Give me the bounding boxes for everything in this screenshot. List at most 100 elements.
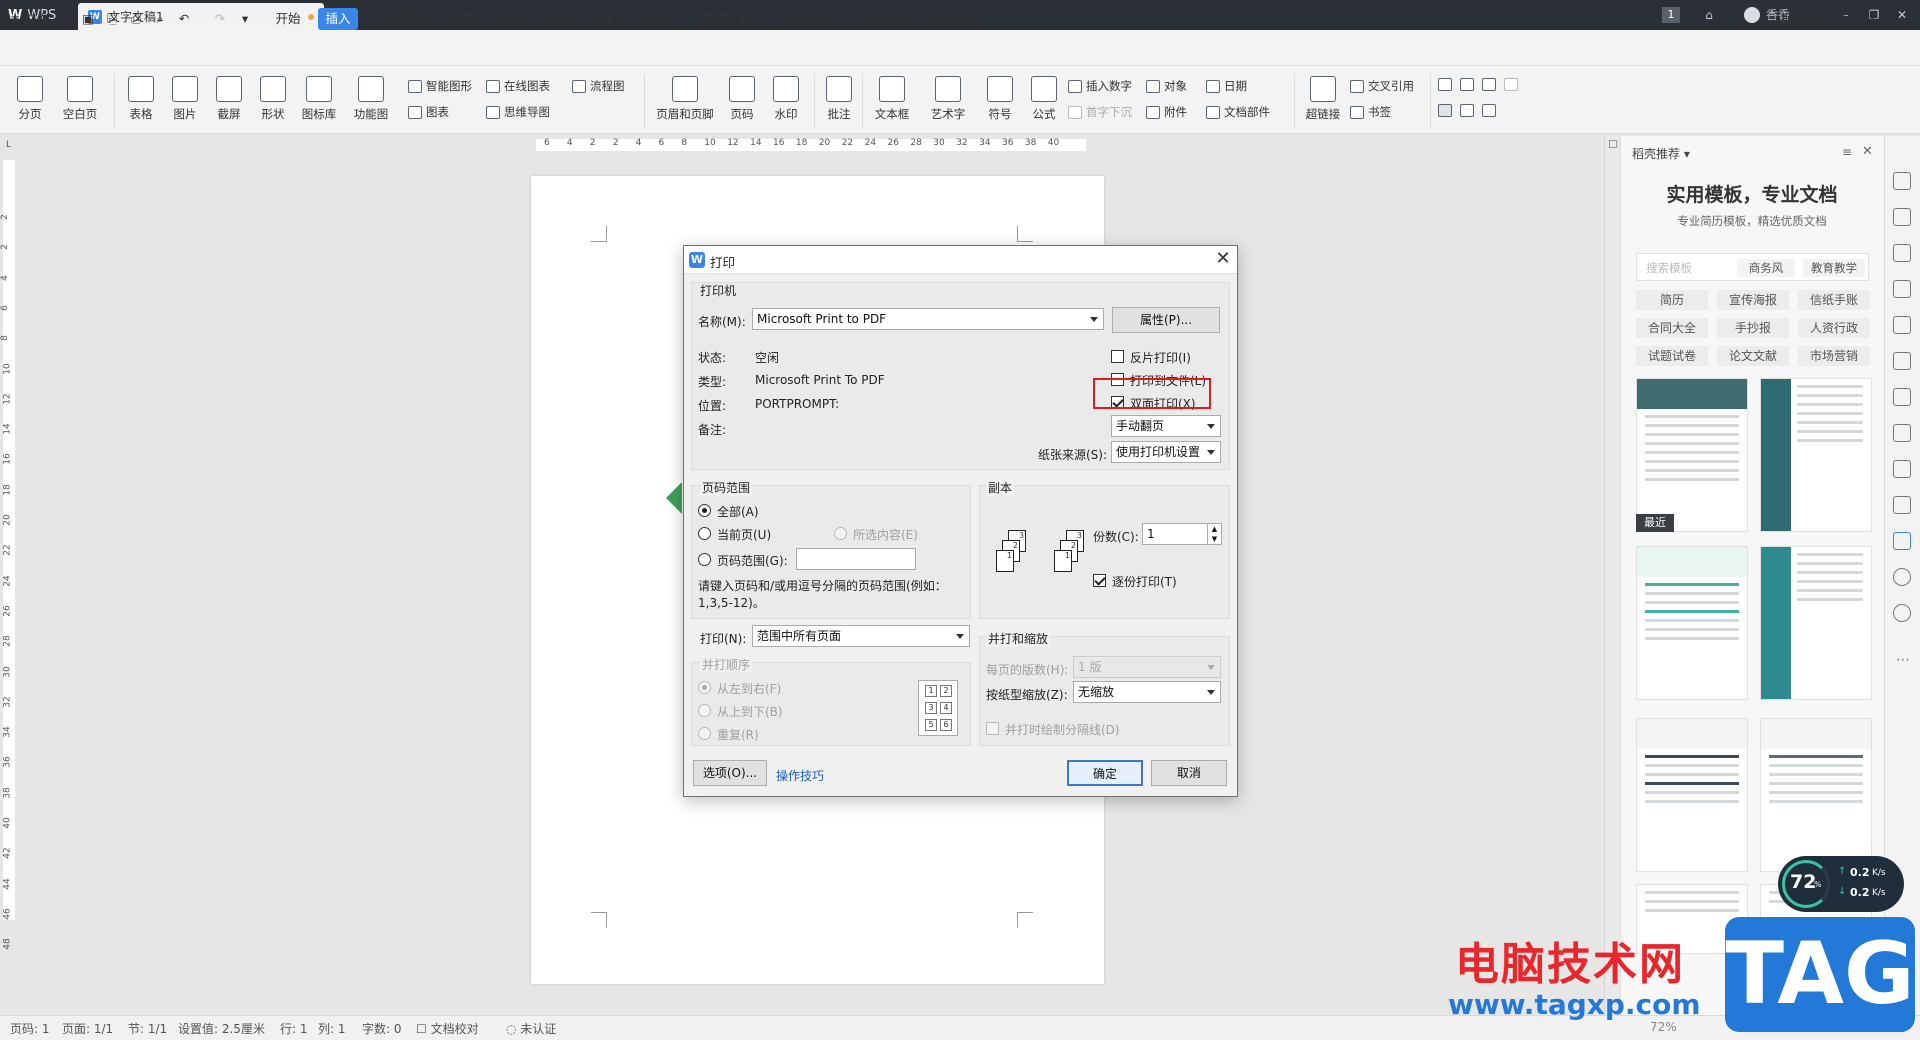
copies-spinner[interactable]: 1 ▲ ▼ — [1142, 523, 1222, 545]
function-chart-button[interactable]: 功能图 — [348, 76, 394, 122]
unverified-button[interactable]: ◌ 未认证 — [506, 1020, 556, 1037]
category-chip[interactable]: 信纸手账 — [1798, 290, 1870, 310]
selection-radio[interactable] — [834, 527, 847, 540]
dialog-close-icon[interactable]: ✕ — [1212, 247, 1234, 271]
page-range-radio[interactable] — [698, 553, 711, 566]
scroll-top-icon[interactable] — [1608, 140, 1617, 148]
menu-page-layout[interactable]: 页面布局 — [374, 8, 426, 30]
ok-button[interactable]: 确定 — [1067, 760, 1143, 786]
symbol-button[interactable]: 符号 — [980, 76, 1020, 122]
menu-view[interactable]: 视图 — [548, 8, 576, 30]
template-thumbnail[interactable] — [1760, 378, 1872, 532]
style-icon[interactable] — [1893, 280, 1911, 298]
current-page-radio[interactable] — [698, 527, 711, 540]
collate-checkbox[interactable] — [1093, 574, 1106, 587]
category-chip[interactable]: 人资行政 — [1798, 318, 1870, 338]
collapse-ribbon-icon[interactable]: ︿ — [1888, 8, 1902, 30]
print-what-select[interactable]: 范围中所有页面 — [752, 625, 970, 647]
network-speed-widget[interactable]: 72 % ↑ 0.2 K/s ↓ 0.2 K/s — [1778, 856, 1904, 912]
date-button[interactable]: 日期 — [1206, 78, 1247, 94]
print-icon[interactable]: ⎙ — [128, 8, 144, 30]
blank-page-button[interactable]: 空白页 — [56, 76, 104, 122]
template-search-input[interactable]: 搜索模板 — [1646, 260, 1692, 276]
category-chip[interactable]: 市场营销 — [1798, 346, 1870, 366]
select-cursor-icon[interactable] — [1893, 208, 1911, 226]
category-chip[interactable]: 试题试卷 — [1636, 346, 1708, 366]
undo-icon[interactable]: ↶ — [176, 8, 192, 30]
skin-icon[interactable]: ⌂ — [1700, 5, 1718, 25]
reverse-print-checkbox[interactable] — [1111, 350, 1124, 363]
menu-insert[interactable]: 插入 — [318, 8, 358, 30]
save-icon[interactable]: ▣ — [80, 8, 96, 30]
dropcap-button[interactable]: 首字下沉 — [1068, 104, 1132, 120]
zoom-level[interactable]: 72% — [1650, 1020, 1677, 1034]
draw-separator-checkbox[interactable] — [986, 722, 999, 735]
menu-review[interactable]: 审阅 — [498, 8, 526, 30]
table-tool-icon[interactable] — [1893, 316, 1911, 334]
watermark-button[interactable]: 水印 — [766, 76, 806, 122]
printer-select[interactable]: Microsoft Print to PDF — [752, 308, 1104, 330]
page-break-button[interactable]: 分页 — [10, 76, 50, 122]
wordart-button[interactable]: 艺术字 — [924, 76, 972, 122]
left-right-radio[interactable] — [698, 681, 711, 694]
image-tool-icon[interactable] — [1893, 496, 1911, 514]
paper-source-select[interactable]: 使用打印机设置 — [1111, 441, 1221, 463]
hyperlink-button[interactable]: 超链接 — [1300, 76, 1346, 122]
comment-button[interactable]: 批注 — [822, 76, 856, 122]
edit-pen-icon[interactable] — [1893, 172, 1911, 190]
vertical-scrollbar[interactable] — [1604, 136, 1620, 1015]
help-icon[interactable]: ? — [1840, 8, 1854, 30]
panel-menu-icon[interactable]: ≡ — [1842, 145, 1852, 159]
top-bottom-radio[interactable] — [698, 704, 711, 717]
more-tools-icon[interactable]: ⋯ — [1896, 652, 1910, 668]
category-chip[interactable]: 手抄报 — [1717, 318, 1789, 338]
dialog-titlebar[interactable] — [684, 246, 1237, 274]
header-footer-button[interactable]: 页眉和页脚 — [652, 76, 718, 122]
insert-number-button[interactable]: 插入数字 — [1068, 78, 1132, 94]
category-chip[interactable]: 论文文献 — [1717, 346, 1789, 366]
repeat-radio[interactable] — [698, 727, 711, 740]
scale-select[interactable]: 无缩放 — [1073, 681, 1221, 703]
menu-special-apps[interactable]: 特色应用 — [778, 8, 830, 30]
spinner-arrows-icon[interactable]: ▲ ▼ — [1207, 524, 1221, 544]
panel-title[interactable]: 稻壳推荐 ▾ — [1632, 145, 1690, 162]
search-tag[interactable]: 商务风 — [1737, 259, 1795, 277]
table-button[interactable]: 表格 — [122, 76, 160, 122]
tips-link[interactable]: 操作技巧 — [776, 767, 824, 784]
properties-button[interactable]: 属性(P)... — [1112, 307, 1220, 333]
template-search[interactable]: 搜索模板 商务风 教育教学 — [1636, 253, 1869, 281]
box-icon[interactable] — [1893, 460, 1911, 478]
chart-button[interactable]: 图表 — [408, 104, 449, 120]
export-icon[interactable]: ⎘ — [104, 8, 120, 30]
template-tool-icon[interactable] — [1893, 532, 1911, 550]
doc-parts-button[interactable]: 文档部件 — [1206, 104, 1270, 120]
proofread-button[interactable]: ☐ 文档校对 — [416, 1020, 479, 1037]
pages-per-sheet-select[interactable]: 1 版 — [1073, 656, 1221, 678]
attachment-button[interactable]: 附件 — [1146, 104, 1187, 120]
comment-menu[interactable]: ▭ 批注 ▾ — [1766, 8, 1826, 30]
cross-ref-button[interactable]: 交叉引用 — [1350, 78, 1414, 94]
adjust-icon[interactable] — [1893, 352, 1911, 370]
mindmap-button[interactable]: 思维导图 — [486, 104, 550, 120]
shapes-icon[interactable] — [1893, 244, 1911, 262]
menu-security[interactable]: 安全 — [648, 8, 676, 30]
page-number-button[interactable]: 页码 — [722, 76, 762, 122]
smart-shape-button[interactable]: 智能图形 — [408, 78, 472, 94]
category-chip[interactable]: 宣传海报 — [1717, 290, 1789, 310]
layout-icons-row1[interactable] — [1438, 78, 1518, 91]
category-chip[interactable]: 合同大全 — [1636, 318, 1708, 338]
status-words[interactable]: 字数: 0 — [362, 1020, 402, 1037]
more-icon[interactable]: ⋮ — [1866, 8, 1879, 30]
command-search[interactable]: ⌕ 查找命令、搜索模板 — [854, 8, 984, 30]
share-icon[interactable] — [1893, 424, 1911, 442]
window-count-badge[interactable]: 1 — [1662, 7, 1680, 23]
template-thumbnail[interactable] — [1636, 546, 1748, 700]
redo-icon[interactable]: ↷ — [212, 8, 228, 30]
object-button[interactable]: 对象 — [1146, 78, 1187, 94]
options-button[interactable]: 选项(O)... — [693, 760, 767, 786]
template-thumbnail[interactable] — [1760, 718, 1872, 872]
template-thumbnail[interactable] — [1636, 378, 1748, 532]
menu-dev-tools[interactable]: 开发工具 — [702, 8, 754, 30]
search-tag[interactable]: 教育教学 — [1803, 259, 1865, 277]
screenshot-button[interactable]: 截屏 — [210, 76, 248, 122]
